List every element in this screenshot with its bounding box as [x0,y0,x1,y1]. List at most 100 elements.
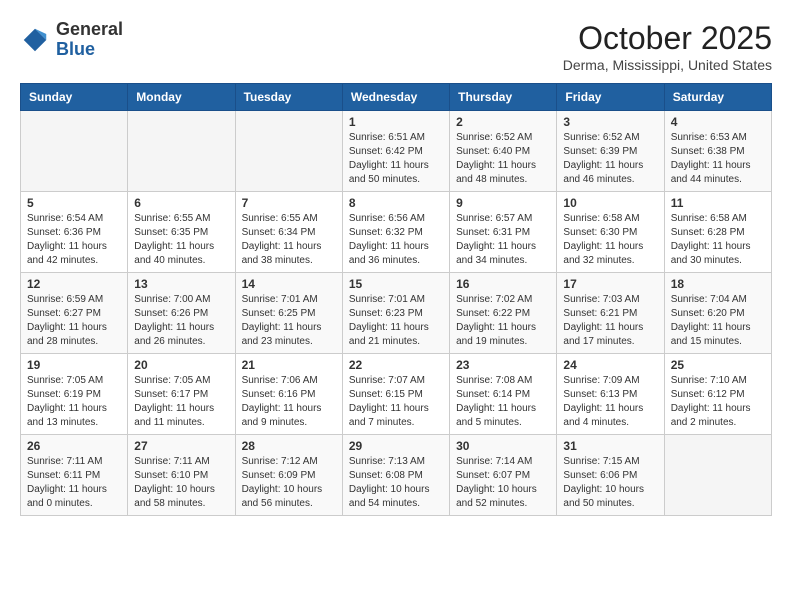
location: Derma, Mississippi, United States [563,57,772,73]
calendar-day-cell: 31 Sunrise: 7:15 AM Sunset: 6:06 PM Dayli… [557,435,664,516]
day-info: Sunrise: 7:11 AM Sunset: 6:11 PM Dayligh… [27,455,121,511]
calendar-week-row: 26 Sunrise: 7:11 AM Sunset: 6:11 PM Dayli… [21,435,772,516]
day-number: 4 [671,115,765,129]
day-number: 11 [671,196,765,210]
day-number: 9 [456,196,550,210]
calendar-week-row: 1 Sunrise: 6:51 AM Sunset: 6:42 PM Daylig… [21,111,772,192]
calendar-day-cell: 2 Sunrise: 6:52 AM Sunset: 6:40 PM Daylig… [450,111,557,192]
day-info: Sunrise: 6:59 AM Sunset: 6:27 PM Dayligh… [27,293,121,349]
day-number: 13 [134,277,228,291]
day-info: Sunrise: 6:52 AM Sunset: 6:40 PM Dayligh… [456,131,550,187]
calendar-day-cell: 16 Sunrise: 7:02 AM Sunset: 6:22 PM Dayli… [450,273,557,354]
day-info: Sunrise: 7:09 AM Sunset: 6:13 PM Dayligh… [563,374,657,430]
day-number: 14 [242,277,336,291]
calendar-week-row: 19 Sunrise: 7:05 AM Sunset: 6:19 PM Dayli… [21,354,772,435]
day-info: Sunrise: 7:01 AM Sunset: 6:25 PM Dayligh… [242,293,336,349]
day-number: 3 [563,115,657,129]
calendar-header-row: SundayMondayTuesdayWednesdayThursdayFrid… [21,84,772,111]
day-info: Sunrise: 7:03 AM Sunset: 6:21 PM Dayligh… [563,293,657,349]
weekday-header: Thursday [450,84,557,111]
calendar-day-cell: 30 Sunrise: 7:14 AM Sunset: 6:07 PM Dayli… [450,435,557,516]
day-info: Sunrise: 7:05 AM Sunset: 6:17 PM Dayligh… [134,374,228,430]
calendar-day-cell: 23 Sunrise: 7:08 AM Sunset: 6:14 PM Dayli… [450,354,557,435]
calendar-day-cell: 3Sunrise: 6:52 AM Sunset: 6:39 PM Daylig… [557,111,664,192]
page-header: General Blue October 2025 Derma, Mississ… [20,20,772,73]
calendar-day-cell: 4 Sunrise: 6:53 AM Sunset: 6:38 PM Daylig… [664,111,771,192]
logo: General Blue [20,20,123,60]
day-info: Sunrise: 6:55 AM Sunset: 6:35 PM Dayligh… [134,212,228,268]
day-info: Sunrise: 7:00 AM Sunset: 6:26 PM Dayligh… [134,293,228,349]
day-number: 26 [27,439,121,453]
calendar-day-cell: 1 Sunrise: 6:51 AM Sunset: 6:42 PM Daylig… [342,111,449,192]
day-number: 24 [563,358,657,372]
calendar-day-cell: 10Sunrise: 6:58 AM Sunset: 6:30 PM Dayli… [557,192,664,273]
weekday-header: Monday [128,84,235,111]
day-number: 6 [134,196,228,210]
day-number: 2 [456,115,550,129]
weekday-header: Tuesday [235,84,342,111]
day-info: Sunrise: 6:51 AM Sunset: 6:42 PM Dayligh… [349,131,443,187]
day-info: Sunrise: 7:14 AM Sunset: 6:07 PM Dayligh… [456,455,550,511]
weekday-header: Wednesday [342,84,449,111]
calendar-day-cell: 26 Sunrise: 7:11 AM Sunset: 6:11 PM Dayli… [21,435,128,516]
calendar-day-cell [21,111,128,192]
day-info: Sunrise: 7:04 AM Sunset: 6:20 PM Dayligh… [671,293,765,349]
calendar-day-cell: 21Sunrise: 7:06 AM Sunset: 6:16 PM Dayli… [235,354,342,435]
day-number: 7 [242,196,336,210]
day-info: Sunrise: 7:12 AM Sunset: 6:09 PM Dayligh… [242,455,336,511]
weekday-header: Saturday [664,84,771,111]
calendar-day-cell: 24 Sunrise: 7:09 AM Sunset: 6:13 PM Dayli… [557,354,664,435]
day-number: 1 [349,115,443,129]
day-info: Sunrise: 7:15 AM Sunset: 6:06 PM Dayligh… [563,455,657,511]
calendar-day-cell [664,435,771,516]
day-info: Sunrise: 7:13 AM Sunset: 6:08 PM Dayligh… [349,455,443,511]
calendar-day-cell: 13 Sunrise: 7:00 AM Sunset: 6:26 PM Dayli… [128,273,235,354]
day-info: Sunrise: 7:08 AM Sunset: 6:14 PM Dayligh… [456,374,550,430]
day-number: 31 [563,439,657,453]
day-number: 27 [134,439,228,453]
calendar: SundayMondayTuesdayWednesdayThursdayFrid… [20,83,772,516]
calendar-day-cell: 20Sunrise: 7:05 AM Sunset: 6:17 PM Dayli… [128,354,235,435]
day-number: 15 [349,277,443,291]
day-info: Sunrise: 7:05 AM Sunset: 6:19 PM Dayligh… [27,374,121,430]
weekday-header: Friday [557,84,664,111]
calendar-day-cell: 15 Sunrise: 7:01 AM Sunset: 6:23 PM Dayli… [342,273,449,354]
day-number: 29 [349,439,443,453]
day-info: Sunrise: 6:58 AM Sunset: 6:30 PM Dayligh… [563,212,657,268]
day-number: 16 [456,277,550,291]
day-number: 12 [27,277,121,291]
day-number: 21 [242,358,336,372]
calendar-week-row: 5Sunrise: 6:54 AM Sunset: 6:36 PM Daylig… [21,192,772,273]
day-info: Sunrise: 6:57 AM Sunset: 6:31 PM Dayligh… [456,212,550,268]
calendar-day-cell: 19 Sunrise: 7:05 AM Sunset: 6:19 PM Dayli… [21,354,128,435]
day-info: Sunrise: 6:55 AM Sunset: 6:34 PM Dayligh… [242,212,336,268]
calendar-day-cell: 25 Sunrise: 7:10 AM Sunset: 6:12 PM Dayli… [664,354,771,435]
calendar-day-cell: 28Sunrise: 7:12 AM Sunset: 6:09 PM Dayli… [235,435,342,516]
day-info: Sunrise: 7:10 AM Sunset: 6:12 PM Dayligh… [671,374,765,430]
day-number: 25 [671,358,765,372]
calendar-day-cell [128,111,235,192]
day-info: Sunrise: 7:01 AM Sunset: 6:23 PM Dayligh… [349,293,443,349]
calendar-day-cell: 18 Sunrise: 7:04 AM Sunset: 6:20 PM Dayli… [664,273,771,354]
logo-icon [20,25,50,55]
calendar-day-cell: 14 Sunrise: 7:01 AM Sunset: 6:25 PM Dayli… [235,273,342,354]
calendar-day-cell: 9 Sunrise: 6:57 AM Sunset: 6:31 PM Daylig… [450,192,557,273]
day-info: Sunrise: 6:56 AM Sunset: 6:32 PM Dayligh… [349,212,443,268]
day-info: Sunrise: 7:07 AM Sunset: 6:15 PM Dayligh… [349,374,443,430]
day-number: 5 [27,196,121,210]
title-block: October 2025 Derma, Mississippi, United … [563,20,772,73]
day-number: 17 [563,277,657,291]
day-number: 30 [456,439,550,453]
calendar-day-cell: 12 Sunrise: 6:59 AM Sunset: 6:27 PM Dayli… [21,273,128,354]
day-info: Sunrise: 6:53 AM Sunset: 6:38 PM Dayligh… [671,131,765,187]
day-number: 18 [671,277,765,291]
calendar-day-cell: 6 Sunrise: 6:55 AM Sunset: 6:35 PM Daylig… [128,192,235,273]
calendar-day-cell: 17 Sunrise: 7:03 AM Sunset: 6:21 PM Dayli… [557,273,664,354]
day-number: 23 [456,358,550,372]
day-number: 22 [349,358,443,372]
calendar-day-cell: 7 Sunrise: 6:55 AM Sunset: 6:34 PM Daylig… [235,192,342,273]
day-info: Sunrise: 7:02 AM Sunset: 6:22 PM Dayligh… [456,293,550,349]
day-number: 19 [27,358,121,372]
month-title: October 2025 [563,20,772,57]
day-info: Sunrise: 7:11 AM Sunset: 6:10 PM Dayligh… [134,455,228,511]
